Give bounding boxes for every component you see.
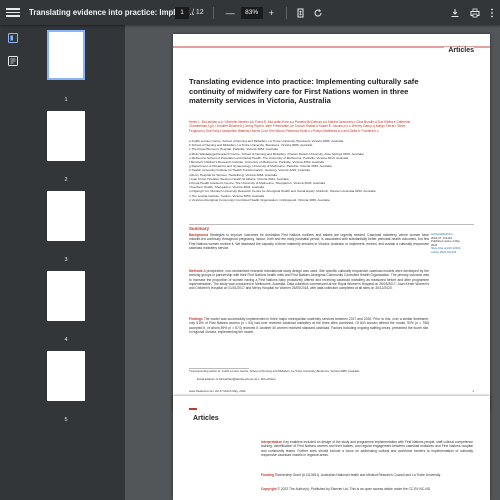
page-thumbnail-3[interactable] (47, 191, 85, 241)
funding-text: Partnership Grant (# 1110451), Australia… (274, 473, 441, 477)
pdf-page-2: Articles Interpretation Key enablers inc… (173, 396, 490, 500)
page-total: / 12 (192, 9, 204, 16)
page-footer: www.thelancet.com Vol 47 Month May, 2022… (189, 389, 474, 393)
pdf-toolbar: Translating evidence into practice: Impl… (0, 0, 500, 25)
thumbnail-label: 3 (64, 257, 68, 263)
section-heading: Articles (193, 415, 219, 422)
section-heading: Articles (444, 47, 474, 54)
zoom-level-input[interactable]: 83% (240, 6, 263, 19)
thumbnail-label: 2 (64, 177, 68, 183)
toolbar-divider (212, 6, 214, 19)
methods-text: A prospective, non-randomised research t… (189, 269, 430, 291)
page-thumbnail-2[interactable] (47, 111, 85, 161)
background-paragraph: Background Strategies to improve outcome… (189, 233, 429, 250)
zoom-out-button[interactable]: — (223, 8, 238, 18)
zoom-in-button[interactable]: + (266, 8, 277, 18)
document-title: Translating evidence into practice: Impl… (29, 8, 197, 17)
page-thumbnail-1[interactable] (47, 30, 85, 80)
fit-page-icon[interactable] (296, 8, 305, 18)
rotate-icon[interactable] (313, 8, 323, 18)
copyright-label: Copyright (261, 487, 277, 491)
page-number: 1 (472, 389, 474, 393)
summary-heading: Summary (189, 226, 210, 231)
doi-link-cont[interactable]: eclinm.2022.101415 (431, 250, 481, 255)
affiliations: a Judith Lumley Centre, School of Nursin… (189, 139, 414, 202)
findings-text: The model was successfully implemented i… (189, 317, 430, 334)
section-rule (173, 46, 490, 48)
page-thumbnail-5[interactable] (47, 351, 85, 401)
thumbnail-label: 1 (64, 97, 68, 103)
print-icon[interactable] (470, 8, 480, 18)
funding-label: Funding (261, 473, 274, 477)
copyright-paragraph: Copyright © 2022 The Author(s). Publishe… (261, 487, 473, 491)
toolbar-divider (285, 6, 287, 19)
interpretation-text: Key enablers included co-design of the s… (261, 440, 473, 457)
pdf-page-1: Articles Translating evidence into pract… (173, 34, 490, 411)
page-number-input[interactable]: 1 (175, 6, 189, 19)
outline-view-icon[interactable] (8, 56, 18, 66)
article-title: Translating evidence into practice: Impl… (189, 77, 419, 105)
funding-paragraph: Funding Partnership Grant (# 1110451), A… (261, 473, 473, 477)
email-note[interactable]: Email address: H.McLachlan@latrobe.edu.a… (197, 377, 437, 382)
findings-paragraph: Findings The model was successfully impl… (189, 317, 429, 334)
corresponding-author-note: *Corresponding author at: Judith Lumley … (189, 369, 360, 373)
background-text: Strategies to improve outcomes for Austr… (189, 233, 429, 250)
page-thumbnail-4[interactable] (47, 271, 85, 321)
interpretation-paragraph: Interpretation Key enablers included co-… (261, 440, 473, 457)
thumbnail-label: 4 (64, 337, 68, 343)
more-options-icon[interactable] (490, 8, 494, 18)
sidebar-tabs (0, 25, 26, 500)
download-icon[interactable] (450, 8, 460, 18)
journal-footer: www.thelancet.com Vol 47 Month May, 2022 (189, 389, 246, 393)
menu-icon[interactable] (6, 6, 20, 20)
thumbnails-view-icon[interactable] (8, 33, 18, 43)
section-rule (189, 408, 197, 410)
thumbnail-label: 5 (64, 417, 68, 423)
divider (189, 224, 474, 225)
author-list: Helen L. McLachlan,a,b,* Michelle Newton… (189, 120, 411, 133)
methods-paragraph: Methods A prospective, non-randomised re… (189, 269, 429, 290)
affiliation: o Victorian Aboriginal Community Control… (189, 197, 330, 202)
copyright-text: © 2022 The Author(s). Published by Elsev… (277, 487, 431, 491)
page-zoom-controls: 1 / 12 — 83% + (175, 0, 323, 25)
thumbnail-sidebar: 1 2 3 4 5 (0, 25, 125, 500)
toolbar-actions (450, 0, 494, 25)
journal-info: eClinicalMedicine 2022;47: 101415 Publis… (431, 232, 481, 255)
